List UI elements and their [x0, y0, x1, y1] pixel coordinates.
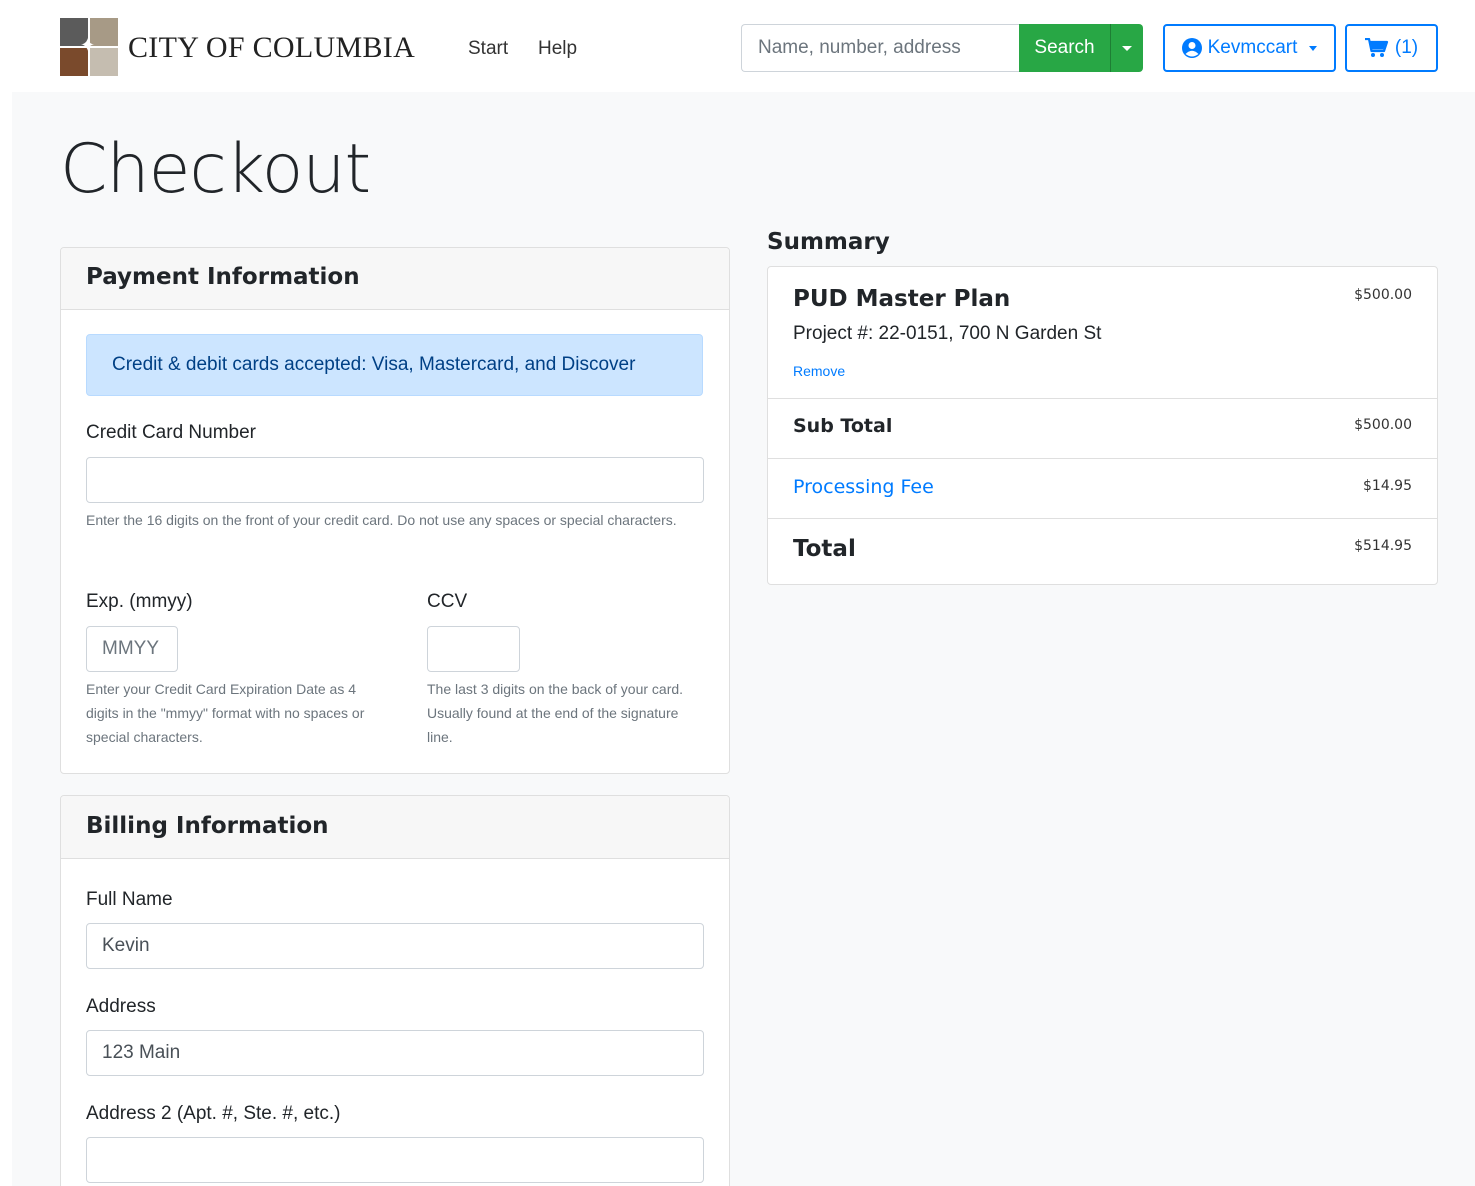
user-name: Kevmccart [1207, 37, 1298, 58]
page-title: Checkout [60, 130, 371, 209]
address-label: Address [86, 996, 156, 1017]
nav-link-help[interactable]: Help [538, 37, 577, 61]
expiration-help: Enter your Credit Card Expiration Date a… [86, 681, 365, 745]
subtotal-amount: $500.00 [1354, 417, 1412, 433]
logo-star-icon: ✦ [80, 35, 96, 55]
shopping-cart-icon [1364, 38, 1388, 57]
search-input[interactable] [741, 24, 1021, 72]
line-item-detail: Project #: 22-0151, 700 N Garden St [793, 323, 1102, 344]
city-logo[interactable]: ✦ [60, 18, 118, 76]
total-label: Total [793, 536, 856, 562]
card-number-help: Enter the 16 digits on the front of your… [86, 512, 677, 528]
line-item-name: PUD Master Plan [793, 286, 1011, 312]
brand-name[interactable]: CITY OF COLUMBIA [128, 30, 415, 66]
billing-card-title: Billing Information [86, 813, 329, 839]
expiration-input[interactable] [86, 626, 178, 672]
billing-card-header: Billing Information [61, 796, 729, 859]
cart-button[interactable]: (1) [1345, 24, 1438, 72]
address2-label: Address 2 (Apt. #, Ste. #, etc.) [86, 1103, 341, 1124]
ccv-help: The last 3 digits on the back of your ca… [427, 681, 684, 745]
user-circle-icon [1181, 38, 1202, 58]
search-dropdown-toggle[interactable] [1110, 24, 1143, 72]
cart-count: (1) [1394, 37, 1419, 58]
billing-information-card: Billing Information Full Name Address Ad… [60, 795, 730, 1186]
processing-fee-link[interactable]: Processing Fee [793, 476, 934, 498]
card-number-label: Credit Card Number [86, 422, 256, 443]
caret-down-icon [1309, 45, 1318, 51]
summary-line-item: PUD Master Plan $500.00 Project #: 22-01… [768, 267, 1437, 399]
payment-card-title: Payment Information [86, 264, 360, 290]
address-input[interactable] [86, 1030, 704, 1076]
full-name-input[interactable] [86, 923, 704, 969]
remove-item-link[interactable]: Remove [793, 363, 845, 379]
address2-input[interactable] [86, 1137, 704, 1183]
full-name-label: Full Name [86, 889, 173, 910]
subtotal-label: Sub Total [793, 415, 893, 437]
user-menu-button[interactable]: Kevmccart [1163, 24, 1336, 72]
card-number-input[interactable] [86, 457, 704, 503]
search-button[interactable]: Search [1019, 24, 1110, 72]
summary-total-row: Total $514.95 [768, 519, 1437, 585]
accepted-cards-alert: Credit & debit cards accepted: Visa, Mas… [86, 334, 703, 396]
ccv-input[interactable] [427, 626, 520, 672]
order-summary-card: PUD Master Plan $500.00 Project #: 22-01… [767, 266, 1438, 585]
summary-title: Summary [767, 229, 890, 255]
payment-information-card: Payment Information Credit & debit cards… [60, 247, 730, 774]
processing-fee-amount: $14.95 [1363, 478, 1412, 494]
top-navbar: ✦ CITY OF COLUMBIA Start Help Search Kev… [0, 0, 1475, 92]
caret-down-icon [1122, 45, 1132, 51]
nav-link-start[interactable]: Start [468, 37, 508, 61]
ccv-label: CCV [427, 591, 468, 612]
payment-card-header: Payment Information [61, 248, 729, 310]
total-amount: $514.95 [1354, 538, 1412, 554]
summary-subtotal-row: Sub Total $500.00 [768, 399, 1437, 459]
summary-fee-row: Processing Fee $14.95 [768, 459, 1437, 519]
expiration-label: Exp. (mmyy) [86, 591, 193, 612]
line-item-amount: $500.00 [1354, 287, 1412, 303]
